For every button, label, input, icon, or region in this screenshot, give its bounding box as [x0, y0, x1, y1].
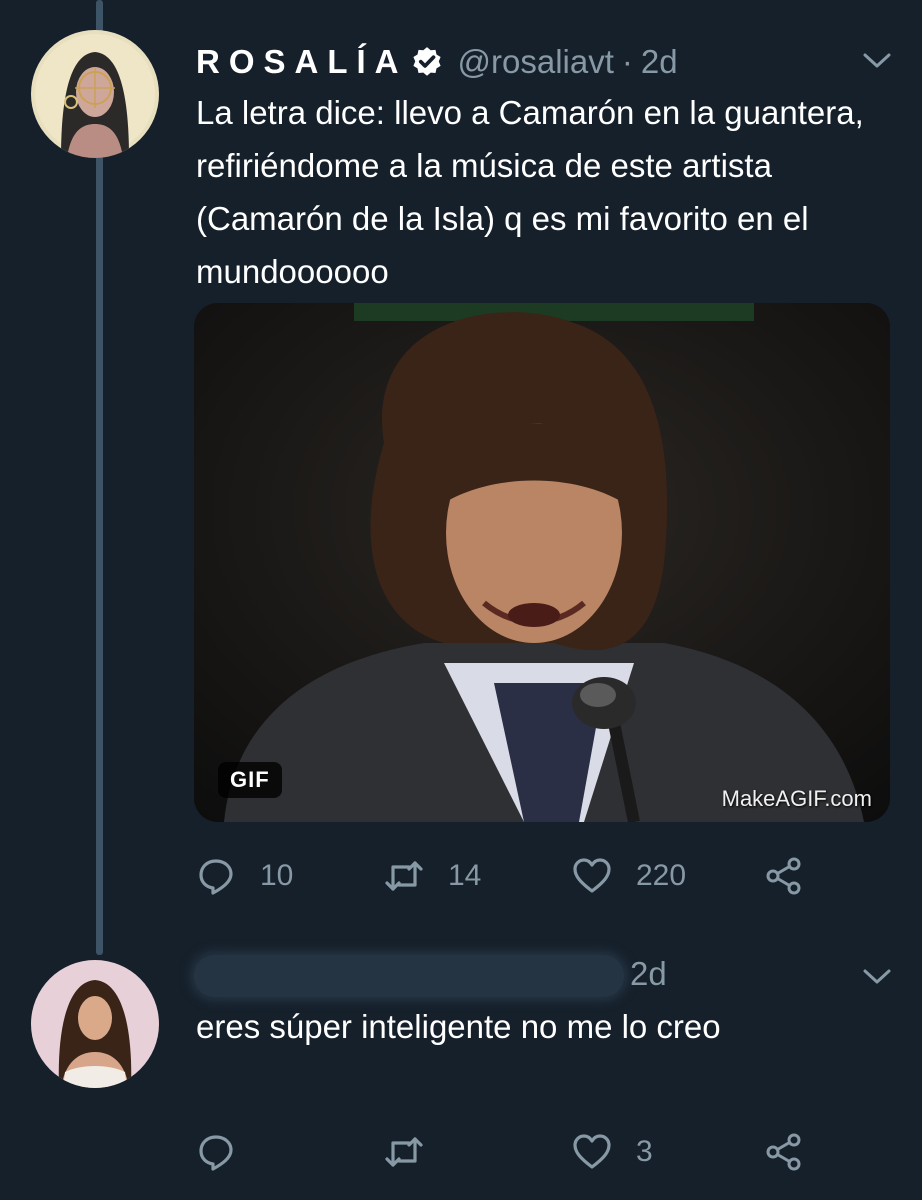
gif-watermark: MakeAGIF.com: [721, 786, 872, 811]
reply-icon: [199, 1135, 233, 1171]
tweet-header: ROSALÍA @rosaliavt · 2d: [196, 38, 678, 86]
reply-avatar[interactable]: [31, 960, 159, 1088]
share-icon: [766, 1133, 801, 1171]
chevron-down-icon[interactable]: [862, 52, 892, 70]
gif-image: [194, 303, 890, 822]
reply-icon: [199, 859, 233, 895]
reply-like-button[interactable]: 3: [572, 1130, 653, 1174]
reply-timestamp[interactable]: 2d: [630, 955, 667, 993]
tweet-gif[interactable]: GIF MakeAGIF.com: [194, 303, 890, 822]
like-count: 220: [636, 859, 687, 892]
author-avatar-image: [31, 30, 159, 158]
gif-badge: GIF: [218, 762, 282, 798]
header-separator: ·: [621, 43, 633, 80]
retweet-icon: [385, 861, 423, 891]
tweet-timestamp[interactable]: 2d: [641, 43, 678, 81]
reply-avatar-image: [31, 960, 159, 1088]
author-handle[interactable]: @rosaliavt: [458, 43, 614, 81]
verified-icon: [412, 47, 441, 76]
author-avatar[interactable]: [31, 30, 159, 158]
reply-retweet-button[interactable]: [384, 1130, 424, 1174]
like-button[interactable]: 220: [572, 854, 686, 898]
reply-actions: 3: [196, 1130, 836, 1174]
tweet-text: La letra dice: llevo a Camarón en la gua…: [196, 94, 864, 290]
retweet-icon: [385, 1137, 423, 1167]
tweet-actions: 10 14 220: [196, 854, 836, 898]
reply-chevron-down-icon[interactable]: [862, 968, 892, 986]
share-button[interactable]: [764, 854, 804, 898]
reply-share-button[interactable]: [764, 1130, 804, 1174]
reply-like-count: 3: [636, 1135, 653, 1168]
like-icon: [573, 1134, 611, 1169]
reply-author-redacted: [194, 955, 624, 997]
reply-text: eres súper inteligente no me lo creo: [196, 1008, 721, 1045]
reply-count: 10: [260, 859, 294, 892]
reply-reply-button[interactable]: [196, 1130, 236, 1174]
reply-button[interactable]: 10: [196, 854, 293, 898]
retweet-count: 14: [448, 859, 482, 892]
retweet-button[interactable]: 14: [384, 854, 481, 898]
display-name[interactable]: ROSALÍA: [196, 43, 408, 81]
share-icon: [766, 857, 801, 895]
like-icon: [573, 858, 611, 893]
